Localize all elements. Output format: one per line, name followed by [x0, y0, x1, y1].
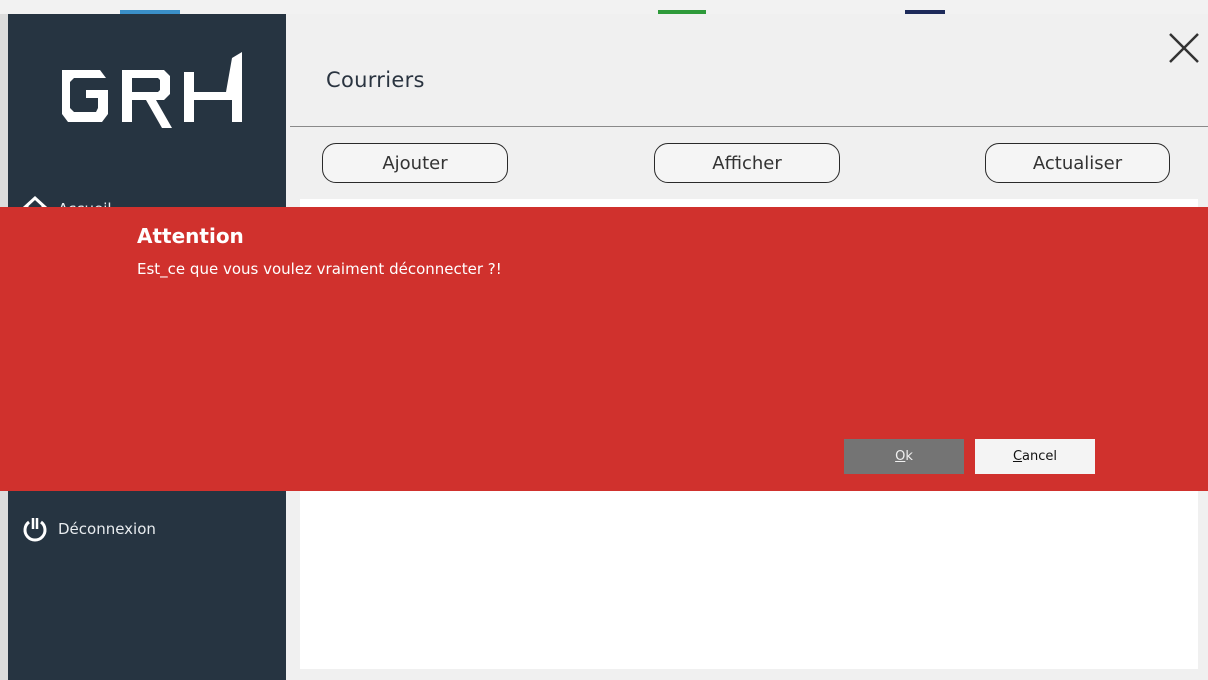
ok-label-rest: k: [905, 449, 913, 464]
desktop-background-strip: [0, 0, 1208, 14]
show-button[interactable]: Afficher: [654, 143, 840, 183]
header-divider: [290, 126, 1208, 127]
close-icon[interactable]: [1164, 28, 1204, 68]
cancel-label-rest: ancel: [1022, 449, 1058, 464]
sidebar-item-label: Déconnexion: [58, 520, 156, 538]
ok-button[interactable]: Ok: [844, 439, 964, 474]
cancel-mnemonic: C: [1012, 449, 1023, 464]
dialog-title: Attention: [137, 224, 244, 248]
sidebar-item-deconnexion[interactable]: Déconnexion: [20, 514, 156, 544]
page-title: Courriers: [326, 68, 425, 92]
refresh-button[interactable]: Actualiser: [985, 143, 1170, 183]
power-icon: [23, 518, 47, 542]
grh-logo: [62, 52, 242, 128]
dialog-message: Est_ce que vous voulez vraiment déconnec…: [137, 260, 502, 278]
add-button[interactable]: Ajouter: [322, 143, 508, 183]
logout-confirm-dialog: Attention Est_ce que vous voulez vraimen…: [0, 207, 1208, 491]
cancel-button[interactable]: Cancel: [975, 439, 1095, 474]
ok-mnemonic: O: [895, 449, 906, 464]
